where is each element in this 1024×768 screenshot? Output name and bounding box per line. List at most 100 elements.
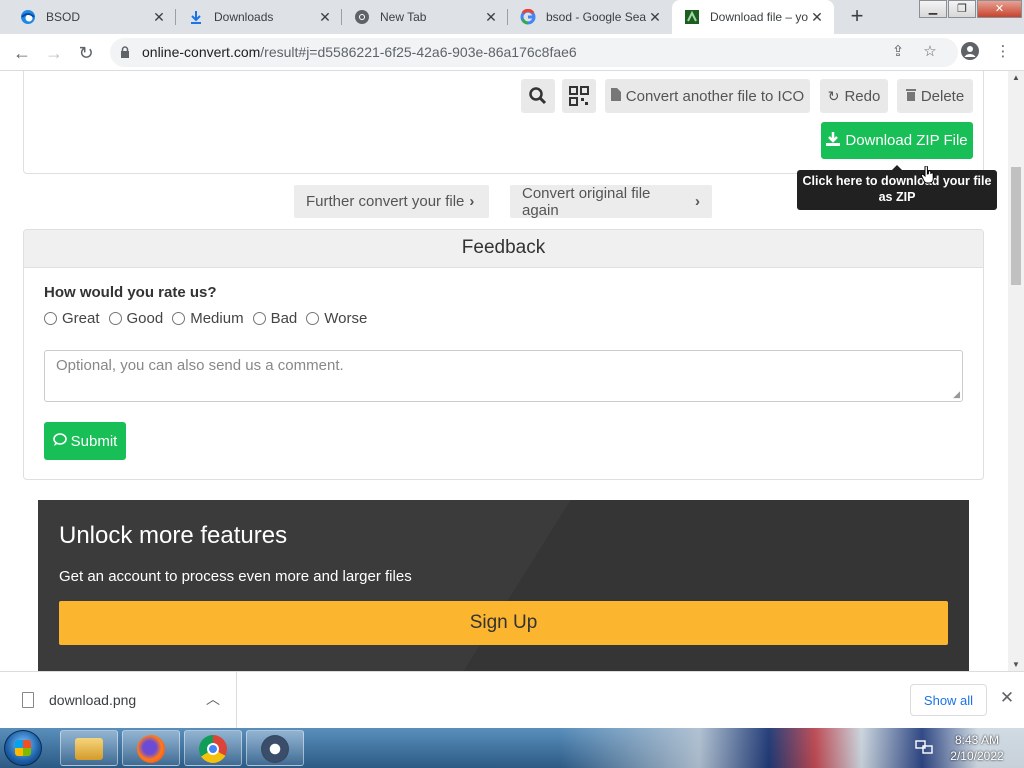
taskbar-chrome[interactable] bbox=[184, 730, 242, 766]
chrome-icon bbox=[199, 735, 227, 763]
rating-label: Great bbox=[62, 310, 100, 327]
rating-worse[interactable]: Worse bbox=[306, 310, 367, 327]
taskbar-explorer[interactable] bbox=[60, 730, 118, 766]
close-icon[interactable]: ✕ bbox=[997, 688, 1017, 710]
tab-downloads[interactable]: Downloads ✕ bbox=[176, 0, 342, 34]
tab-title: Downloads bbox=[214, 10, 274, 24]
close-icon[interactable]: ✕ bbox=[318, 9, 332, 26]
redo-button[interactable]: ↻ Redo bbox=[820, 79, 888, 113]
reload-icon[interactable]: ↻ bbox=[74, 41, 98, 65]
radio-button[interactable] bbox=[108, 312, 122, 325]
further-convert-label: Further convert your file bbox=[306, 193, 465, 210]
system-tray: 8:43 AM 2/10/2022 bbox=[905, 728, 1024, 768]
page-scrollbar[interactable]: ▲ ▼ bbox=[1008, 71, 1024, 671]
tab-title: bsod - Google Sea bbox=[546, 10, 647, 24]
downloads-bar: download.png ︿ Show all ✕ bbox=[0, 671, 1024, 729]
download-filename: download.png bbox=[49, 692, 137, 708]
rating-label: Good bbox=[126, 310, 164, 327]
chrome-icon bbox=[354, 9, 370, 25]
search-icon[interactable] bbox=[521, 79, 555, 113]
comment-placeholder: Optional, you can also send us a comment… bbox=[56, 357, 344, 374]
bookmark-star-icon[interactable]: ☆ bbox=[920, 42, 940, 62]
tab-title: BSOD bbox=[46, 10, 81, 24]
page-viewport: Convert another file to ICO ↻ Redo Delet… bbox=[0, 71, 1008, 671]
system-clock[interactable]: 8:43 AM 2/10/2022 bbox=[947, 732, 1007, 764]
menu-kebab-icon[interactable]: ⋮ bbox=[993, 42, 1013, 62]
scroll-up-arrow-icon[interactable]: ▲ bbox=[1012, 73, 1020, 82]
address-bar[interactable]: online-convert.com/result#j=d5586221-6f2… bbox=[110, 38, 958, 67]
tab-title: New Tab bbox=[380, 10, 427, 24]
sign-up-button[interactable]: Sign Up bbox=[59, 601, 948, 645]
rating-good[interactable]: Good bbox=[108, 310, 164, 327]
download-item[interactable]: download.png ︿ bbox=[0, 672, 237, 729]
rating-label: Worse bbox=[324, 310, 368, 327]
gear-icon bbox=[261, 735, 289, 763]
taskbar-firefox[interactable] bbox=[122, 730, 180, 766]
promo-background-shape bbox=[445, 500, 969, 671]
further-convert-button[interactable]: Further convert your file › bbox=[294, 185, 489, 218]
new-tab-plus-icon[interactable]: + bbox=[845, 5, 869, 29]
rating-label: Bad bbox=[270, 310, 298, 327]
minimize-button[interactable]: ▁ bbox=[919, 0, 947, 18]
hand-cursor-icon bbox=[921, 166, 934, 184]
maximize-button[interactable]: ❐ bbox=[948, 0, 976, 18]
resize-grip-icon[interactable]: ◢ bbox=[953, 389, 960, 400]
file-icon bbox=[22, 692, 34, 708]
radio-button[interactable] bbox=[44, 312, 57, 325]
download-zip-button[interactable]: Download ZIP File bbox=[821, 122, 973, 159]
rating-bad[interactable]: Bad bbox=[252, 310, 298, 327]
rating-question: How would you rate us? bbox=[44, 284, 217, 301]
windows-logo-icon bbox=[15, 740, 31, 756]
window-close-button[interactable]: ✕ bbox=[977, 0, 1022, 18]
chevron-right-icon: › bbox=[469, 193, 475, 210]
tab-bsod[interactable]: BSOD ✕ bbox=[8, 0, 176, 34]
submit-label: Submit bbox=[70, 432, 118, 450]
close-icon[interactable]: ✕ bbox=[484, 9, 498, 26]
rating-great[interactable]: Great bbox=[44, 310, 100, 327]
url-domain: online-convert.com bbox=[142, 44, 261, 60]
result-card: Convert another file to ICO ↻ Redo Delet… bbox=[23, 71, 984, 174]
url-path: /result#j=d5586221-6f25-42a6-903e-86a176… bbox=[260, 44, 577, 60]
share-icon[interactable]: ⇪ bbox=[888, 42, 908, 62]
delete-button[interactable]: Delete bbox=[897, 79, 973, 113]
close-icon[interactable]: ✕ bbox=[648, 9, 662, 26]
qr-code-icon[interactable] bbox=[562, 79, 596, 113]
lock-icon[interactable] bbox=[120, 38, 130, 69]
show-all-button[interactable]: Show all bbox=[910, 684, 987, 716]
promo-title: Unlock more features bbox=[59, 522, 288, 549]
feedback-title: Feedback bbox=[24, 230, 983, 268]
scrollbar-thumb[interactable] bbox=[1011, 167, 1021, 285]
tab-google-search[interactable]: bsod - Google Sea ✕ bbox=[508, 0, 672, 34]
redo-label: Redo bbox=[844, 87, 881, 105]
convert-another-label: Convert another file to ICO bbox=[625, 87, 805, 105]
radio-button[interactable] bbox=[172, 312, 186, 325]
tab-new-tab[interactable]: New Tab ✕ bbox=[342, 0, 508, 34]
scroll-down-arrow-icon[interactable]: ▼ bbox=[1012, 660, 1020, 669]
google-icon bbox=[520, 9, 536, 25]
trash-icon bbox=[905, 88, 916, 104]
close-icon[interactable]: ✕ bbox=[810, 9, 824, 26]
radio-button[interactable] bbox=[252, 312, 266, 325]
close-icon[interactable]: ✕ bbox=[152, 9, 166, 26]
submit-button[interactable]: Submit bbox=[44, 422, 126, 460]
delete-label: Delete bbox=[920, 87, 965, 105]
network-icon[interactable] bbox=[915, 738, 933, 756]
taskbar-settings[interactable] bbox=[246, 730, 304, 766]
edge-icon bbox=[20, 9, 36, 25]
start-button[interactable] bbox=[4, 730, 42, 766]
promo-banner: Unlock more features Get an account to p… bbox=[38, 500, 969, 671]
window-controls: ▁ ❐ ✕ bbox=[918, 0, 1022, 18]
rating-medium[interactable]: Medium bbox=[172, 310, 244, 327]
clock-date: 2/10/2022 bbox=[950, 749, 1004, 763]
radio-button[interactable] bbox=[306, 312, 320, 325]
windows-taskbar: 8:43 AM 2/10/2022 bbox=[0, 728, 1024, 768]
forward-arrow-icon[interactable]: → bbox=[42, 41, 66, 65]
comment-textarea[interactable]: Optional, you can also send us a comment… bbox=[44, 350, 963, 402]
profile-avatar-icon[interactable] bbox=[960, 42, 980, 62]
promo-subtitle: Get an account to process even more and … bbox=[59, 568, 412, 585]
convert-original-button[interactable]: Convert original file again › bbox=[510, 185, 712, 219]
convert-another-button[interactable]: Convert another file to ICO bbox=[605, 79, 810, 113]
back-arrow-icon[interactable]: ← bbox=[10, 41, 34, 65]
chevron-up-icon[interactable]: ︿ bbox=[206, 689, 220, 709]
tab-download-file[interactable]: Download file – yo ✕ bbox=[672, 0, 834, 34]
